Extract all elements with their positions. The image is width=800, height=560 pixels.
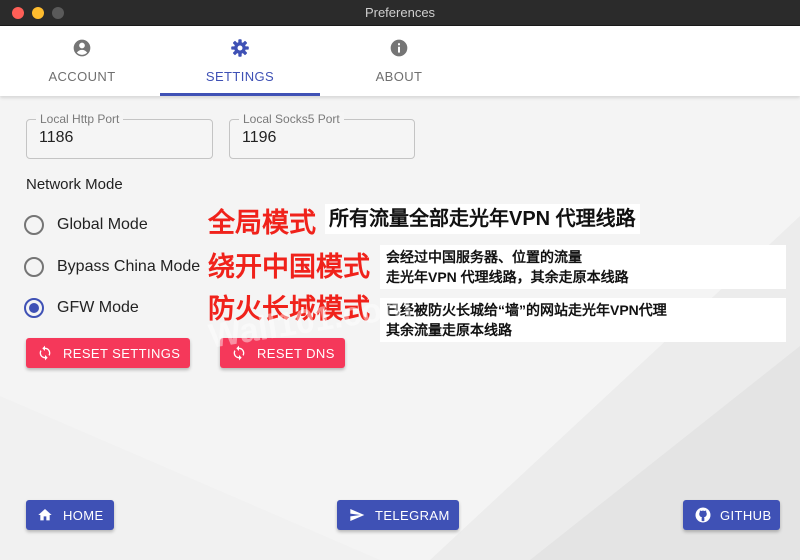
radio-gfw-mode-label: GFW Mode (57, 299, 139, 316)
tab-account-label: ACCOUNT (48, 69, 116, 84)
socks5-port-input[interactable] (242, 129, 392, 147)
radio-global-mode-circle[interactable] (24, 215, 44, 235)
reset-dns-button[interactable]: RESET DNS (220, 338, 345, 368)
home-button[interactable]: HOME (26, 500, 114, 530)
window-title: Preferences (364, 5, 436, 20)
tab-about-label: ABOUT (375, 69, 423, 84)
send-icon (350, 509, 365, 521)
radio-bypass-china-mode-circle[interactable] (24, 257, 44, 277)
telegram-button[interactable]: TELEGRAM (337, 500, 459, 530)
account-circle-icon (73, 39, 91, 57)
radio-gfw-mode[interactable]: GFW Mode (24, 296, 204, 320)
radio-global-mode[interactable]: Global Mode (24, 213, 204, 237)
title-bar: Preferences (0, 0, 800, 26)
annotation-gfw-line-1: 已经被防火长城给“墙”的网站走光年VPN代理 (386, 302, 667, 318)
tab-bar: ACCOUNT SETTINGS ABOUT (0, 26, 800, 96)
annotation-gfw-line-2: 其余流量走原本线路 (386, 322, 512, 338)
reset-settings-button[interactable]: RESET SETTINGS (26, 338, 190, 368)
http-port-label: Local Http Port (36, 112, 124, 126)
radio-global-mode-label: Global Mode (57, 216, 148, 233)
preferences-window: Preferences ACCOUNT SETTINGS ABOUT Local… (0, 0, 800, 560)
gear-icon (231, 39, 249, 57)
annotation-gfw-title: 防火长城模式 (208, 294, 370, 324)
annotation-global-text: 所有流量全部走光年VPN 代理线路 (325, 204, 640, 234)
github-icon (695, 507, 711, 523)
http-port-field[interactable]: Local Http Port (26, 112, 213, 159)
annotation-global-title: 全局模式 (208, 208, 316, 238)
reset-dns-label: RESET DNS (257, 346, 335, 361)
refresh-icon (39, 345, 51, 361)
radio-bypass-china-mode-label: Bypass China Mode (57, 258, 201, 275)
socks5-port-field[interactable]: Local Socks5 Port (229, 112, 415, 159)
github-button[interactable]: GITHUB (683, 500, 780, 530)
active-tab-indicator (160, 93, 320, 96)
home-icon (38, 509, 52, 521)
annotation-bypass-line-2: 走光年VPN 代理线路，其余走原本线路 (386, 269, 629, 285)
tab-settings[interactable]: SETTINGS (160, 26, 320, 96)
reset-settings-label: RESET SETTINGS (63, 346, 181, 361)
annotation-gfw-text: 已经被防火长城给“墙”的网站走光年VPN代理 其余流量走原本线路 (380, 298, 786, 342)
annotation-bypass-title: 绕开中国模式 (208, 252, 370, 282)
network-mode-title: Network Mode (26, 176, 123, 193)
github-label: GITHUB (720, 508, 772, 523)
socks5-port-label: Local Socks5 Port (239, 112, 344, 126)
home-label: HOME (63, 508, 104, 523)
telegram-label: TELEGRAM (375, 508, 450, 523)
tab-account[interactable]: ACCOUNT (2, 26, 162, 96)
annotation-bypass-text: 会经过中国服务器、位置的流量 走光年VPN 代理线路，其余走原本线路 (380, 245, 786, 289)
radio-bypass-china-mode[interactable]: Bypass China Mode (24, 255, 204, 279)
radio-gfw-mode-circle[interactable] (24, 298, 44, 318)
tab-about[interactable]: ABOUT (319, 26, 479, 96)
refresh-icon (233, 345, 245, 361)
tab-settings-label: SETTINGS (205, 69, 275, 84)
http-port-input[interactable] (39, 129, 189, 147)
annotation-bypass-line-1: 会经过中国服务器、位置的流量 (386, 249, 582, 265)
info-icon (390, 39, 408, 57)
